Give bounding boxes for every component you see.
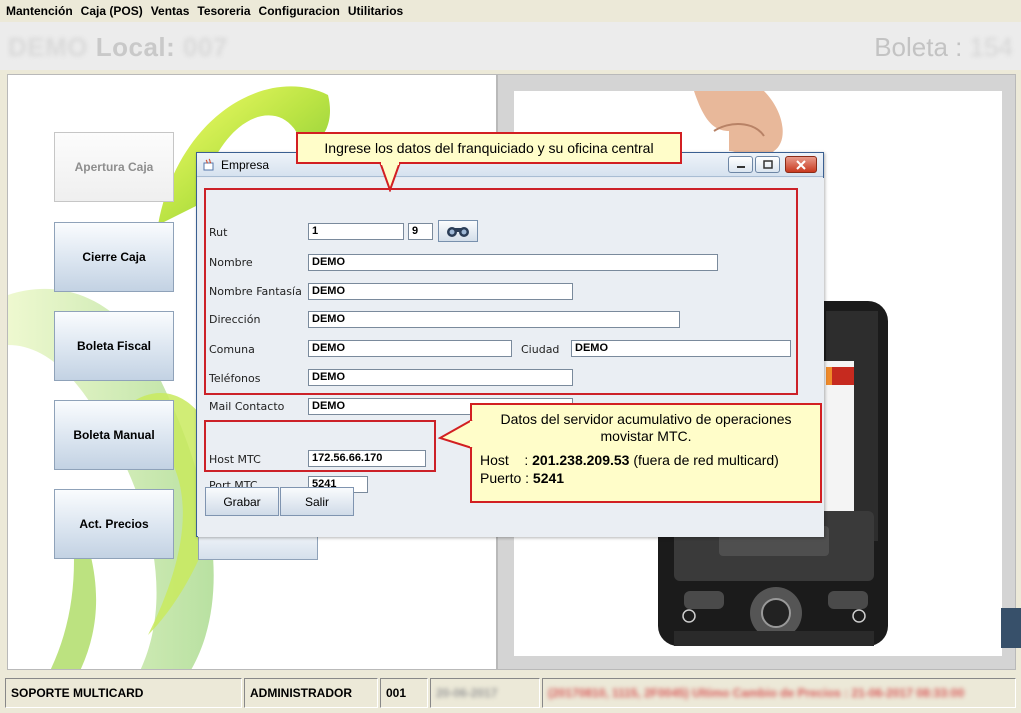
telefonos-field[interactable]: DEMO: [308, 369, 573, 386]
boleta-number: 154: [969, 32, 1013, 62]
boleta-fiscal-button[interactable]: Boleta Fiscal: [54, 311, 174, 381]
host-mtc-label: Host MTC: [209, 453, 261, 466]
java-icon: [202, 158, 216, 175]
direccion-field[interactable]: DEMO: [308, 311, 680, 328]
telefonos-label: Teléfonos: [209, 372, 261, 385]
menu-ventas[interactable]: Ventas: [149, 4, 196, 18]
close-button[interactable]: [785, 156, 817, 173]
rut-dv-field[interactable]: 9: [408, 223, 433, 240]
server-port-value: 5241: [532, 470, 565, 486]
status-message-text: (20170810, 1115, 2F0045) Ultimo Cambio d…: [548, 686, 965, 700]
local-number: 007: [183, 32, 228, 62]
local-title: DEMO Local: 007: [8, 32, 228, 63]
status-support-text: SOPORTE MULTICARD: [11, 686, 144, 700]
minimize-icon: [736, 165, 745, 168]
dialog-title: Empresa: [221, 158, 270, 172]
minimize-button[interactable]: [728, 156, 753, 173]
server-host-value: 201.238.209.53: [532, 452, 630, 468]
menu-caja-pos[interactable]: Caja (POS): [79, 4, 149, 18]
franchise-callout-text: Ingrese los datos del franquiciado y su …: [324, 140, 654, 156]
status-support: SOPORTE MULTICARD: [5, 678, 242, 708]
ciudad-field[interactable]: DEMO: [571, 340, 791, 357]
server-callout-line1: Datos del servidor acumulativo de operac…: [500, 411, 792, 427]
app-header: DEMO Local: 007 Boleta : 154: [0, 22, 1021, 70]
status-message: (20170810, 1115, 2F0045) Ultimo Cambio d…: [542, 678, 1016, 708]
boleta-manual-button[interactable]: Boleta Manual: [54, 400, 174, 470]
grabar-button[interactable]: Grabar: [205, 487, 279, 516]
server-port-row: Puerto : 5241: [480, 469, 812, 487]
direccion-label: Dirección: [209, 313, 261, 326]
act-precios-button[interactable]: Act. Precios: [54, 489, 174, 559]
status-bar: SOPORTE MULTICARD ADMINISTRADOR 001 20-0…: [0, 674, 1021, 713]
close-icon: [796, 159, 806, 170]
salir-button[interactable]: Salir: [280, 487, 354, 516]
edge-widget: [1001, 608, 1021, 648]
server-callout-tail: [438, 419, 474, 449]
franchise-callout: Ingrese los datos del franquiciado y su …: [296, 132, 682, 164]
server-callout: Datos del servidor acumulativo de operac…: [470, 403, 822, 503]
fantasia-label: Nombre Fantasía: [209, 285, 302, 298]
menu-configuracion[interactable]: Configuracion: [257, 4, 346, 18]
server-callout-line2: movistar MTC.: [600, 428, 692, 444]
maximize-button[interactable]: [755, 156, 780, 173]
host-mtc-field[interactable]: 172.56.66.170: [308, 450, 426, 467]
server-host-label: Host :: [480, 452, 533, 468]
menu-bar: Mantención Caja (POS) Ventas Tesoreria C…: [0, 0, 1021, 22]
cierre-caja-button[interactable]: Cierre Caja: [54, 222, 174, 292]
comuna-label: Comuna: [209, 343, 255, 356]
search-rut-button[interactable]: [438, 220, 478, 242]
binoculars-icon: [447, 227, 469, 237]
menu-mantencion[interactable]: Mantención: [4, 4, 79, 18]
status-date-text: 20-06-2017: [436, 686, 498, 700]
menu-utilitarios[interactable]: Utilitarios: [346, 4, 409, 18]
mail-label: Mail Contacto: [209, 400, 285, 413]
boleta-label: Boleta :: [874, 32, 963, 62]
status-user: ADMINISTRADOR: [244, 678, 378, 708]
apertura-caja-button[interactable]: Apertura Caja: [54, 132, 174, 202]
franchise-callout-tail: [379, 162, 401, 192]
comuna-field[interactable]: DEMO: [308, 340, 512, 357]
ciudad-label: Ciudad: [521, 343, 560, 356]
status-code: 001: [380, 678, 428, 708]
server-host-row: Host : 201.238.209.53 (fuera de red mult…: [480, 451, 812, 469]
maximize-icon: [762, 160, 773, 169]
nombre-label: Nombre: [209, 256, 253, 269]
local-label: Local:: [95, 32, 176, 62]
server-port-label: Puerto :: [480, 470, 533, 486]
status-user-text: ADMINISTRADOR: [250, 686, 352, 700]
fantasia-field[interactable]: DEMO: [308, 283, 573, 300]
local-name: DEMO: [8, 32, 88, 62]
nombre-field[interactable]: DEMO: [308, 254, 718, 271]
menu-tesoreria[interactable]: Tesoreria: [195, 4, 256, 18]
status-code-text: 001: [386, 686, 407, 700]
boleta-title: Boleta : 154: [874, 32, 1013, 63]
rut-field[interactable]: 1: [308, 223, 404, 240]
status-date: 20-06-2017: [430, 678, 540, 708]
server-host-note: (fuera de red multicard): [629, 452, 779, 468]
rut-label: Rut: [209, 226, 228, 239]
